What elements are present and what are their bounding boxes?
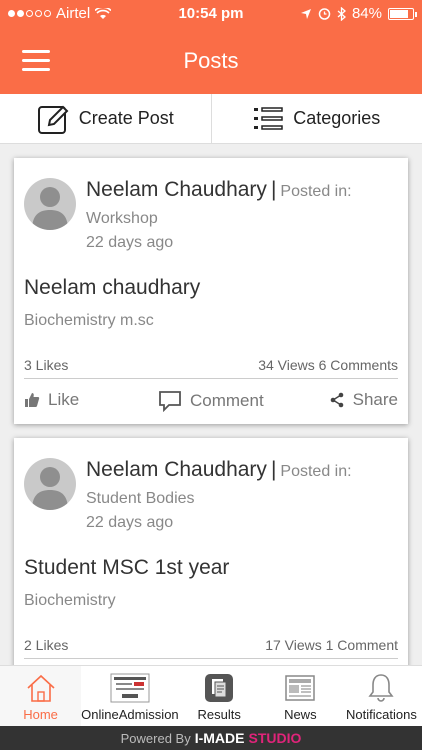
post-actions-bar: Create Post Categories (0, 94, 422, 144)
bell-icon (368, 674, 395, 702)
user-silhouette-icon (32, 187, 68, 230)
post-category[interactable]: Student Bodies (86, 490, 195, 508)
newspaper-icon (285, 675, 316, 701)
views-comments-count: 17 Views 1 Comment (265, 637, 398, 653)
like-button[interactable]: Like (24, 390, 79, 410)
create-post-label: Create Post (78, 108, 174, 128)
tab-home[interactable]: Home (0, 666, 82, 726)
brand-studio: STUDIO (248, 730, 302, 746)
author-separator: | (270, 458, 277, 481)
app-header: Posts (0, 28, 422, 94)
posted-in-label: Posted in: (280, 183, 352, 200)
tab-news[interactable]: News (260, 666, 341, 726)
share-icon (330, 392, 343, 408)
likes-count[interactable]: 2 Likes (24, 637, 68, 653)
tab-home-label: Home (23, 707, 58, 722)
status-bar: Airtel 10:54 pm 84% (0, 0, 422, 28)
post-author[interactable]: Neelam Chaudhary (86, 458, 267, 481)
bottom-nav: Home OnlineAdmission Results News Notifi… (0, 665, 422, 726)
battery-percent: 84% (351, 5, 382, 22)
tab-notifications-label: Notifications (346, 707, 417, 722)
like-label: Like (48, 390, 80, 409)
tab-results[interactable]: Results (179, 666, 260, 726)
post-card[interactable]: Neelam Chaudhary | Posted in: Workshop 22 … (14, 158, 408, 424)
post-author[interactable]: Neelam Chaudhary (86, 178, 267, 201)
categories-button[interactable]: Categories (210, 94, 422, 143)
results-document-icon (205, 674, 234, 702)
post-subtitle: Biochemistry (24, 592, 116, 609)
likes-count[interactable]: 3 Likes (24, 357, 68, 373)
views-comments-count: 34 Views 6 Comments (258, 357, 398, 373)
page-title: Posts (183, 48, 239, 73)
divider (24, 658, 398, 659)
brand-name: I-MADE (194, 730, 245, 746)
tab-notifications[interactable]: Notifications (341, 666, 422, 726)
post-title[interactable]: Student MSC 1st year (24, 556, 229, 580)
categories-label: Categories (293, 108, 381, 128)
comment-button[interactable]: Comment (158, 390, 264, 412)
posted-in-label: Posted in: (280, 463, 352, 480)
list-icon (254, 106, 283, 130)
post-time: 22 days ago (86, 514, 174, 531)
post-subtitle: Biochemistry m.sc (24, 312, 154, 329)
tab-news-label: News (284, 707, 317, 722)
powered-by-label: Powered By (120, 730, 191, 746)
post-card[interactable]: Neelam Chaudhary | Posted in: Student Bodi… (14, 438, 408, 678)
location-arrow-icon (300, 8, 311, 19)
divider (24, 378, 398, 379)
share-label: Share (352, 390, 398, 409)
battery-icon (388, 7, 417, 20)
share-button[interactable]: Share (329, 390, 398, 410)
comment-label: Comment (190, 391, 264, 410)
post-category[interactable]: Workshop (86, 210, 158, 228)
avatar[interactable] (24, 178, 76, 230)
thumbs-up-icon (25, 393, 40, 407)
create-post-button[interactable]: Create Post (0, 94, 211, 143)
post-time: 22 days ago (86, 234, 174, 251)
bluetooth-icon (337, 6, 346, 21)
user-silhouette-icon (32, 467, 68, 510)
post-title[interactable]: Neelam chaudhary (24, 276, 200, 300)
avatar[interactable] (24, 458, 76, 510)
alarm-icon (318, 8, 331, 20)
tab-results-label: Results (197, 707, 241, 722)
post-action-row: Like Comment Share (24, 390, 398, 412)
powered-by-footer: Powered By I-MADE STUDIO (0, 726, 422, 750)
speech-bubble-icon (159, 391, 181, 412)
home-icon (27, 674, 55, 702)
edit-icon (37, 105, 69, 134)
admission-banner-icon (110, 673, 150, 703)
tab-online-admission-label: OnlineAdmission (81, 707, 179, 722)
tab-online-admission[interactable]: OnlineAdmission (81, 666, 179, 726)
author-separator: | (270, 178, 277, 201)
